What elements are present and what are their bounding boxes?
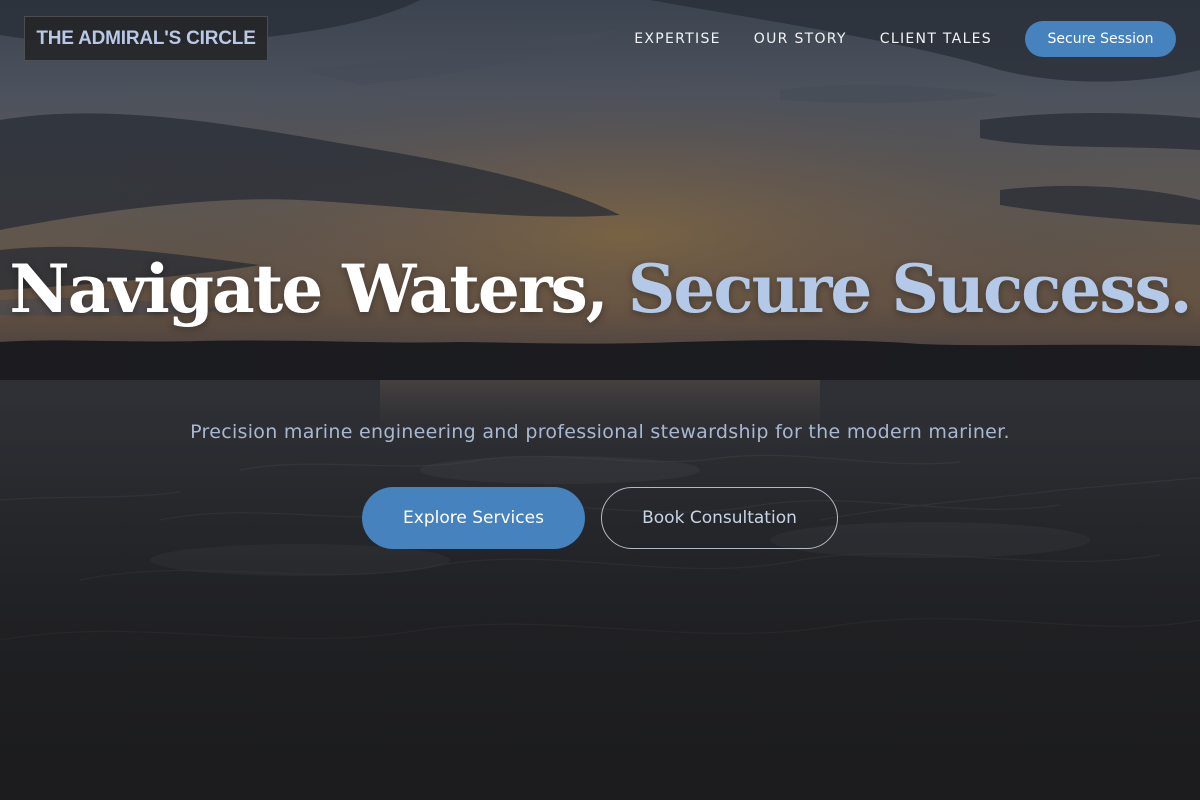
hero-headline-lead: Navigate Waters, <box>9 250 608 328</box>
nav-link-expertise[interactable]: EXPERTISE <box>634 31 721 47</box>
nav-link-our-story[interactable]: OUR STORY <box>754 31 847 47</box>
brand-logo-text: THE ADMIRAL'S CIRCLE <box>36 27 256 49</box>
secure-session-button[interactable]: Secure Session <box>1025 21 1176 57</box>
hero-headline-accent: Secure Success. <box>627 250 1193 328</box>
book-consultation-button[interactable]: Book Consultation <box>601 487 838 549</box>
explore-services-button[interactable]: Explore Services <box>362 487 585 549</box>
brand-logo[interactable]: THE ADMIRAL'S CIRCLE <box>24 16 268 61</box>
main-nav: EXPERTISE OUR STORY CLIENT TALES Secure … <box>634 21 1176 57</box>
nav-link-client-tales[interactable]: CLIENT TALES <box>880 31 992 47</box>
hero-headline: Navigate Waters, Secure Success. <box>0 252 1200 326</box>
hero-background-image <box>0 0 1200 800</box>
hero-subheadline: Precision marine engineering and profess… <box>190 421 1010 443</box>
